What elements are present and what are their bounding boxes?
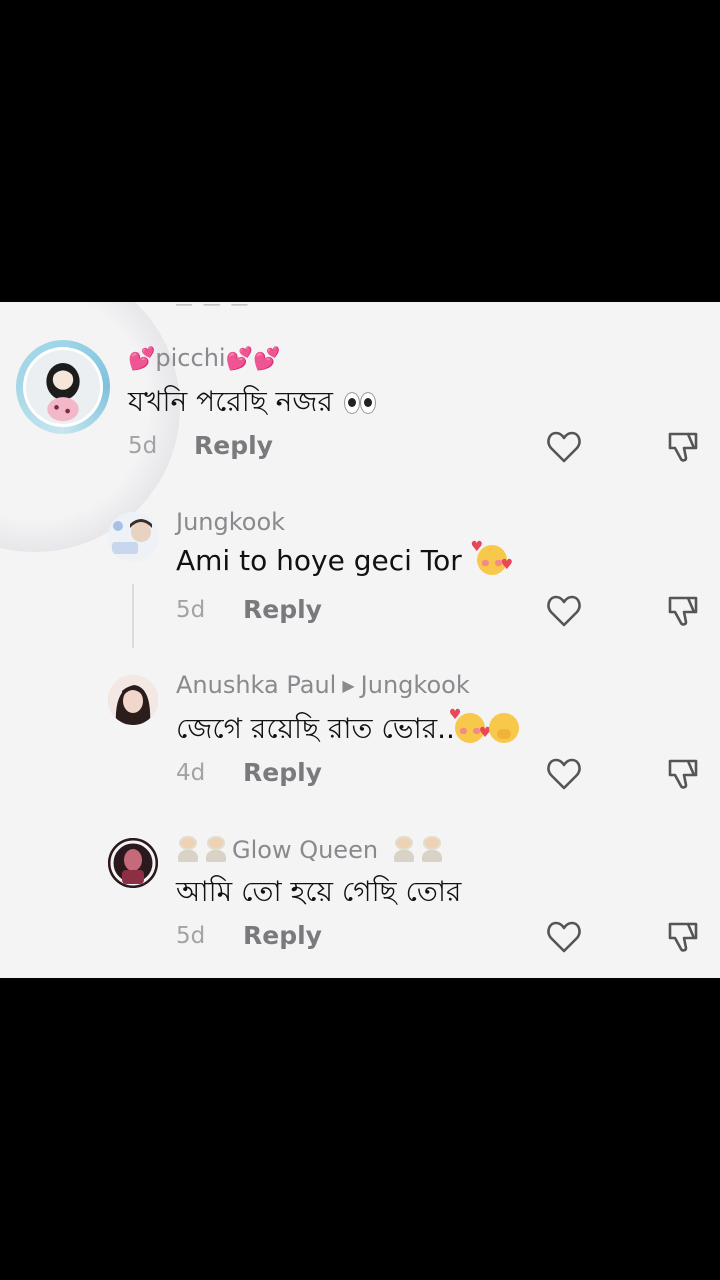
username-text: Anushka Paul — [176, 671, 337, 699]
comment-text: Ami to hoye geci Tor ♥ ♥ — [176, 539, 514, 577]
comment-username[interactable]: Jungkook — [176, 508, 285, 536]
comment-time: 5d — [176, 923, 206, 949]
reply-button[interactable]: Reply — [194, 431, 273, 460]
thumbs-down-icon[interactable] — [664, 594, 700, 628]
person-veil-emoji-icon — [204, 834, 228, 862]
comment-text-content: জেগে রয়েছি রাত ভোর.. — [176, 712, 455, 745]
comment-text: জেগে রয়েছি রাত ভোর.. ♥ ♥ — [176, 707, 519, 754]
avatar-image — [108, 512, 158, 562]
person-veil-emoji-icon — [392, 834, 416, 862]
person-veil-emoji-icon — [176, 834, 200, 862]
comments-panel: — — — 💕picchi💕💕 যখনি পরেছি নজর 5d R — [0, 302, 720, 978]
hearts-icon: 💕💕 — [225, 347, 281, 372]
face-with-hand-over-mouth-icon — [488, 713, 519, 743]
reply-to-username[interactable]: Jungkook — [361, 671, 470, 699]
avatar[interactable] — [108, 675, 158, 725]
username-text: Glow Queen — [232, 836, 379, 864]
comment-username[interactable]: Glow Queen — [176, 834, 448, 864]
comment-time: 4d — [176, 760, 206, 786]
avatar-image — [108, 838, 158, 888]
smiling-face-with-hearts-icon: ♥ ♥ — [448, 707, 492, 743]
comment-time: 5d — [176, 597, 206, 623]
heart-icon[interactable] — [546, 757, 582, 791]
thumbs-down-icon[interactable] — [664, 757, 700, 791]
thumbs-down-icon[interactable] — [664, 430, 700, 464]
background-glow — [0, 302, 180, 552]
avatar[interactable] — [108, 838, 158, 888]
reply-button[interactable]: Reply — [243, 758, 322, 787]
username-text: picchi — [155, 344, 226, 372]
comment-text-content: Ami to hoye geci Tor — [176, 544, 462, 577]
avatar[interactable] — [16, 340, 110, 434]
comment-text: আমি তো হয়ে গেছি তোর — [176, 875, 462, 908]
avatar-image — [108, 675, 158, 725]
avatar-image — [23, 347, 103, 427]
reply-button[interactable]: Reply — [243, 921, 322, 950]
thread-line — [132, 584, 134, 648]
comment-text-content: যখনি পরেছি নজর — [128, 385, 333, 418]
comment-username[interactable]: Anushka Paul ▶ Jungkook — [176, 671, 470, 699]
smiling-face-with-hearts-icon: ♥ ♥ — [470, 539, 514, 575]
hearts-icon: 💕 — [128, 347, 156, 372]
comment-time: 5d — [128, 433, 158, 459]
comment-text: যখনি পরেছি নজর — [128, 380, 376, 427]
heart-icon[interactable] — [546, 920, 582, 954]
avatar[interactable] — [108, 512, 158, 562]
eyes-emoji-icon — [342, 390, 376, 414]
girl-avatar-illustration — [46, 362, 80, 422]
thumbs-down-icon[interactable] — [664, 920, 700, 954]
reply-button[interactable]: Reply — [243, 595, 322, 624]
reply-arrow-icon: ▶ — [342, 676, 355, 695]
heart-icon[interactable] — [546, 430, 582, 464]
cutoff-text: — — — — [175, 302, 325, 308]
comment-username[interactable]: 💕picchi💕💕 — [128, 344, 280, 372]
person-veil-emoji-icon — [420, 834, 444, 862]
heart-icon[interactable] — [546, 594, 582, 628]
